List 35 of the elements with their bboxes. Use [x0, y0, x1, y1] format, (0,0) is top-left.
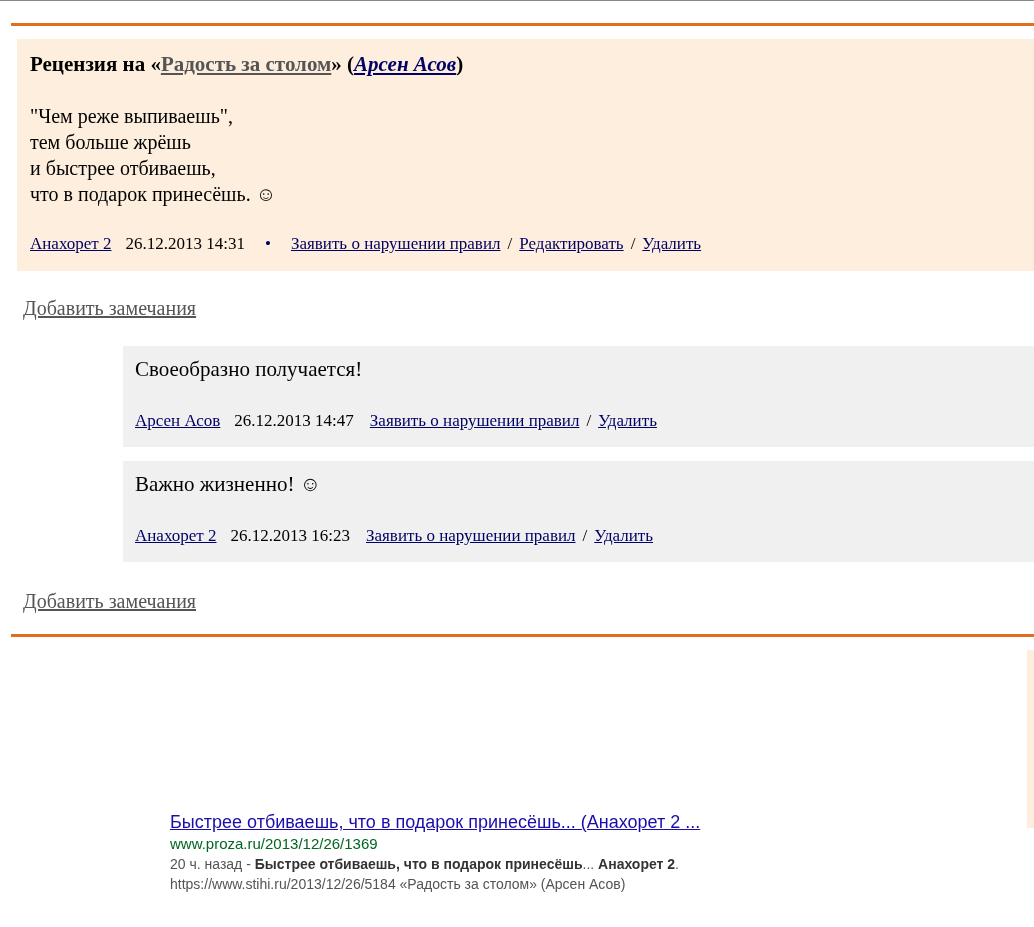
bullet: •	[265, 233, 271, 255]
add-remarks-link[interactable]: Добавить замечания	[23, 295, 197, 321]
review-title-separator: » (	[331, 51, 355, 77]
separator: /	[586, 410, 592, 432]
action-link[interactable]: Редактировать	[519, 231, 624, 257]
add-remarks-link[interactable]: Добавить замечания	[23, 588, 197, 614]
action-link[interactable]: Удалить	[598, 408, 657, 434]
poem-line: что в подарок принесёшь. ☺	[30, 182, 277, 207]
review-title-prefix: Рецензия на «	[30, 51, 161, 77]
search-result-snippet: https://www.stihi.ru/2013/12/26/5184 «Радость за столом» (Арсен Асов)	[170, 875, 626, 894]
author-link[interactable]: Арсен Асов	[135, 408, 221, 434]
review-title-suffix: )	[456, 51, 464, 77]
action-link[interactable]: Заявить о нарушении правил	[369, 408, 580, 434]
separator: /	[507, 233, 513, 255]
comment-date: 26.12.2013 14:47	[234, 410, 354, 432]
action-link[interactable]: Заявить о нарушении правил	[366, 523, 576, 549]
comment-text: Важно жизненно! ☺	[135, 471, 322, 497]
search-result-url: www.proza.ru/2013/12/26/1369	[170, 834, 378, 854]
review-date: 26.12.2013 14:31	[125, 233, 245, 255]
work-title-link[interactable]: Радость за столом	[160, 51, 332, 77]
poem-line: тем больше жрёшь	[30, 130, 191, 155]
author-link[interactable]: Арсен Асов	[354, 51, 457, 77]
poem-line: и быстрее отбиваешь,	[30, 156, 216, 181]
separator: /	[582, 525, 588, 547]
action-link[interactable]: Удалить	[594, 523, 654, 549]
search-result-title[interactable]: Быстрее отбиваешь, что в подарок принесёшь... (Анахорет 2 ...	[170, 810, 701, 834]
author-link[interactable]: Анахорет 2	[135, 523, 217, 549]
action-link[interactable]: Удалить	[642, 231, 702, 257]
author-link[interactable]: Анахорет 2	[30, 231, 112, 257]
search-result-snippet: 20 ч. назад - Быстрее отбиваешь, что в подарок принесёшь... Анахорет 2.	[170, 855, 679, 874]
separator: /	[630, 233, 636, 255]
comment-text: Своеобразно получается!	[135, 356, 363, 382]
action-link[interactable]: Заявить о нарушении правил	[290, 231, 501, 257]
poem-line: "Чем реже выпиваешь",	[30, 104, 233, 129]
comment-date: 26.12.2013 16:23	[230, 525, 350, 547]
